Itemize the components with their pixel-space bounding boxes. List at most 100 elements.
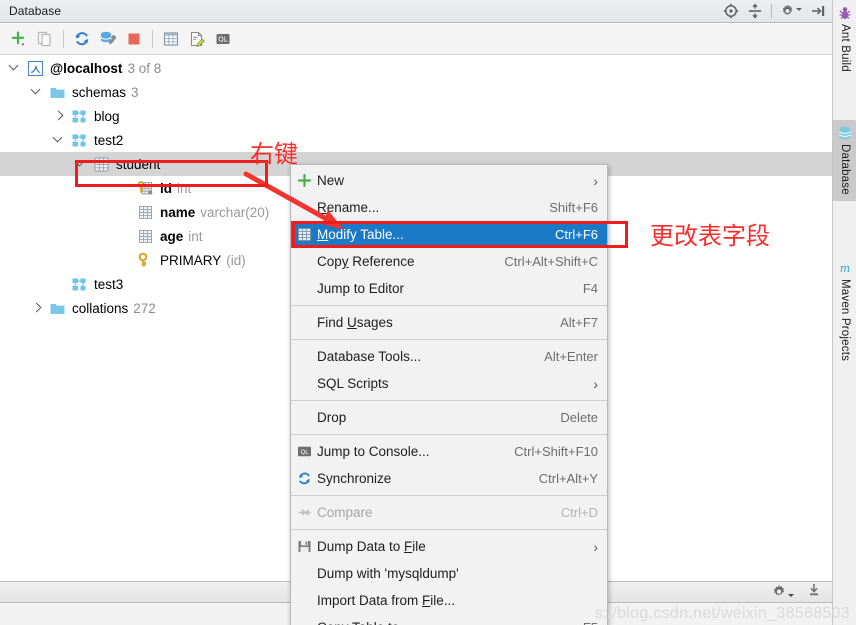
- menu-item-label: Copy Reference: [317, 254, 415, 269]
- tool-window-button-database[interactable]: Database: [833, 120, 856, 201]
- menu-item-label: Rename...: [317, 200, 380, 215]
- tool-window-button-maven-projects[interactable]: m Maven Projects: [833, 255, 856, 367]
- folder-icon: [49, 84, 72, 101]
- hide-panel-icon[interactable]: [810, 3, 826, 19]
- chevron-right-icon[interactable]: [52, 109, 66, 123]
- add-icon[interactable]: [6, 27, 32, 51]
- chevron-down-icon[interactable]: [8, 61, 22, 75]
- tool-window-button-ant-build[interactable]: Ant Build: [833, 0, 856, 78]
- menu-item-find-usages[interactable]: Find Usages Alt+F7: [291, 309, 607, 336]
- sql-console-icon: QL: [291, 444, 317, 459]
- menu-item-new[interactable]: New ›: [291, 167, 607, 194]
- menu-separator: [291, 339, 607, 340]
- tool-window-button-label: Database: [839, 144, 851, 195]
- menu-separator: [291, 529, 607, 530]
- chevron-right-icon[interactable]: [30, 301, 44, 315]
- folder-icon: [49, 300, 72, 317]
- ant-icon: [837, 5, 853, 21]
- tree-node-blog[interactable]: blog: [0, 104, 832, 128]
- header-divider: [771, 4, 772, 18]
- menu-item-copy-reference[interactable]: Copy Reference Ctrl+Alt+Shift+C: [291, 248, 607, 275]
- menu-separator: [291, 434, 607, 435]
- sql-console-icon[interactable]: QL: [210, 27, 236, 51]
- tree-node-detail: 272: [133, 300, 156, 316]
- menu-item-shortcut: Alt+Enter: [544, 349, 598, 364]
- chevron-right-icon: ›: [593, 538, 598, 555]
- tree-node-detail: 3 of 8: [127, 60, 162, 76]
- toolbar-divider: [63, 30, 64, 48]
- tree-node-type: varchar(20): [200, 204, 270, 220]
- menu-item-dump-data-to-file[interactable]: Dump Data to File ›: [291, 533, 607, 560]
- table-editor-icon[interactable]: [158, 27, 184, 51]
- chevron-down-icon[interactable]: [30, 85, 44, 99]
- key-icon: [137, 252, 160, 269]
- menu-separator: [291, 495, 607, 496]
- menu-separator: [291, 400, 607, 401]
- menu-item-shortcut: Delete: [560, 410, 598, 425]
- watermark: s://blog.csdn.net/weixin_38568503: [594, 605, 850, 622]
- table-icon: [93, 156, 116, 173]
- chevron-down-icon[interactable]: [52, 133, 66, 147]
- tree-node-label: name: [160, 204, 196, 220]
- tree-node-schemas[interactable]: schemas 3: [0, 80, 832, 104]
- menu-item-shortcut: Ctrl+F6: [555, 227, 598, 242]
- chevron-down-icon[interactable]: [74, 157, 88, 171]
- schema-icon: [71, 108, 94, 125]
- tree-node-detail: 3: [131, 84, 139, 100]
- menu-item-shortcut: Ctrl+Alt+Shift+C: [504, 254, 598, 269]
- menu-item-rename[interactable]: Rename... Shift+F6: [291, 194, 607, 221]
- locate-icon[interactable]: [723, 3, 739, 19]
- menu-item-import-data-from-file[interactable]: Import Data from File...: [291, 587, 607, 614]
- chevron-down-icon-bottom[interactable]: [788, 593, 794, 597]
- synchronize-icon: [291, 471, 317, 486]
- menu-item-label: Import Data from File...: [317, 593, 456, 608]
- tool-window-button-label: Ant Build: [839, 24, 851, 72]
- table-context-menu[interactable]: New › Rename... Shift+F6 Modify Table... Ctrl…: [290, 164, 608, 625]
- menu-item-modify-table[interactable]: Modify Table... Ctrl+F6: [291, 221, 607, 248]
- column-icon: [137, 228, 160, 245]
- menu-item-label: Drop: [317, 410, 347, 425]
- menu-item-label: Synchronize: [317, 471, 392, 486]
- menu-item-drop[interactable]: Drop Delete: [291, 404, 607, 431]
- table-icon: [291, 227, 317, 242]
- mysql-datasource-icon: [27, 60, 50, 77]
- save-icon: [291, 539, 317, 554]
- tool-window-header-actions: [723, 3, 832, 19]
- duplicate-icon[interactable]: [32, 27, 58, 51]
- maven-icon: m: [837, 260, 853, 276]
- stop-icon[interactable]: [121, 27, 147, 51]
- menu-item-label: Compare: [317, 505, 373, 520]
- expand-collapse-icon[interactable]: [747, 3, 763, 19]
- menu-item-jump-to-editor[interactable]: Jump to Editor F4: [291, 275, 607, 302]
- menu-item-database-tools[interactable]: Database Tools... Alt+Enter: [291, 343, 607, 370]
- download-icon[interactable]: [806, 582, 822, 603]
- tool-window-header: Database: [0, 0, 832, 23]
- menu-item-sql-scripts[interactable]: SQL Scripts ›: [291, 370, 607, 397]
- column-icon: [137, 204, 160, 221]
- menu-item-label: Database Tools...: [317, 349, 422, 364]
- tree-node-type: int: [188, 228, 203, 244]
- settings-gear-icon[interactable]: [780, 3, 802, 19]
- menu-item-synchronize[interactable]: Synchronize Ctrl+Alt+Y: [291, 465, 607, 492]
- modify-object-icon[interactable]: [184, 27, 210, 51]
- menu-item-compare: Compare Ctrl+D: [291, 499, 607, 526]
- settings-gear-icon-bottom[interactable]: [771, 584, 794, 600]
- tool-window-button-label: Maven Projects: [839, 279, 851, 362]
- tree-node-test2[interactable]: test2: [0, 128, 832, 152]
- tree-node-label: id: [160, 180, 172, 196]
- menu-item-dump-with-mysqldump[interactable]: Dump with 'mysqldump': [291, 560, 607, 587]
- chevron-down-icon[interactable]: [796, 8, 802, 11]
- tree-node-type: (id): [226, 252, 246, 268]
- synchronize-icon[interactable]: [69, 27, 95, 51]
- menu-item-copy-table-to[interactable]: Copy Table to...F5: [291, 614, 607, 625]
- tree-node-localhost[interactable]: @localhost 3 of 8: [0, 56, 832, 80]
- tree-node-type: int: [177, 180, 192, 196]
- tree-node-label: student: [116, 156, 161, 172]
- menu-item-jump-to-console[interactable]: QL Jump to Console... Ctrl+Shift+F10: [291, 438, 607, 465]
- menu-item-label: SQL Scripts: [317, 376, 389, 391]
- menu-item-label: Find Usages: [317, 315, 393, 330]
- menu-item-shortcut: Ctrl+Alt+Y: [538, 471, 598, 486]
- data-source-properties-icon[interactable]: [95, 27, 121, 51]
- menu-item-label: New: [317, 173, 345, 188]
